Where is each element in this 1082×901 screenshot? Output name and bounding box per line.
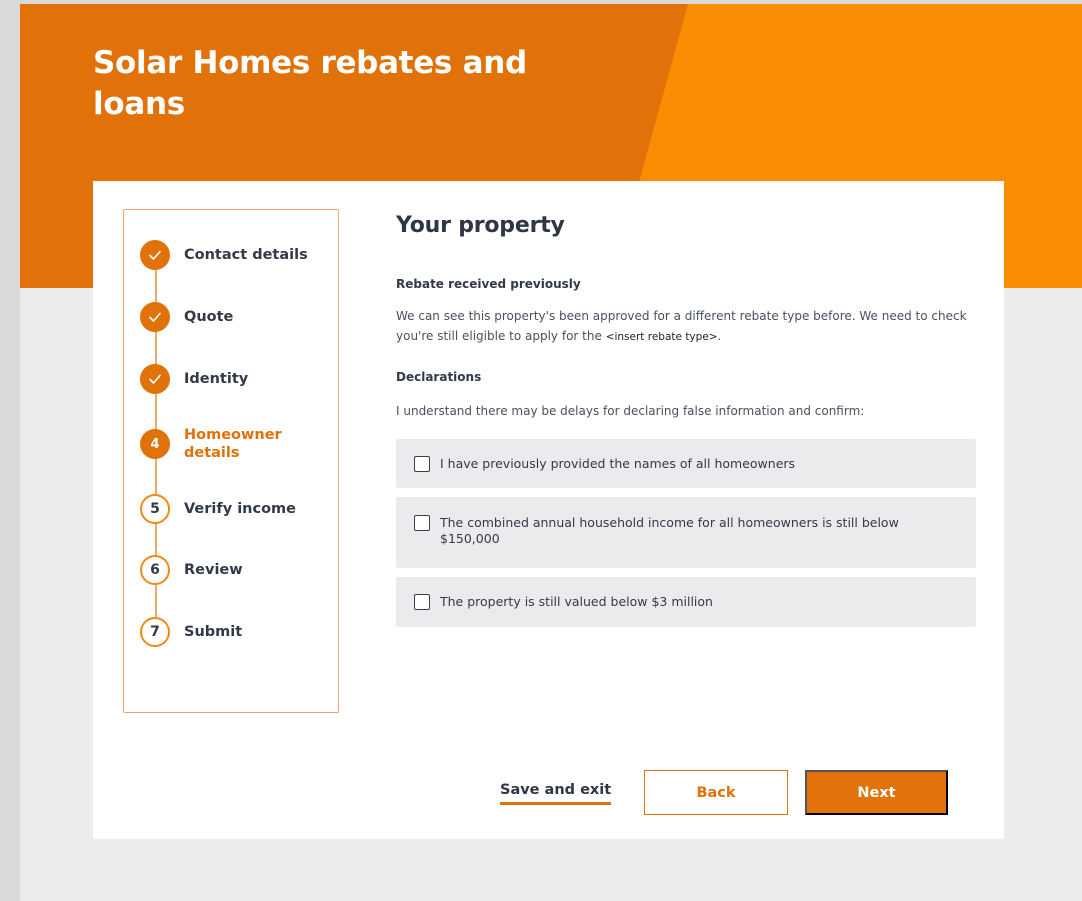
step-review: 6 Review [140, 555, 243, 585]
page-frame: Solar Homes rebates and loans Contact de… [20, 4, 1082, 901]
check-icon [140, 240, 170, 270]
step-quote[interactable]: Quote [140, 302, 233, 332]
checkbox-label: The combined annual household income for… [440, 515, 899, 546]
step-number: 4 [140, 429, 170, 459]
step-label: Submit [184, 624, 243, 640]
checkbox-label: I have previously provided the names of … [440, 455, 796, 471]
page-title: Solar Homes rebates and loans [93, 45, 527, 122]
step-label: Verify income [184, 501, 296, 517]
checkbox[interactable] [414, 455, 430, 472]
main-content: Your property Rebate received previously… [396, 213, 976, 627]
step-homeowner-details: 4 Homeowner details [140, 426, 294, 462]
checkbox-label: The property is still valued below $3 mi… [440, 594, 713, 609]
step-submit: 7 Submit [140, 617, 242, 647]
step-label: Quote [184, 309, 234, 325]
save-and-exit-link[interactable]: Save and exit [500, 782, 612, 805]
step-label: Homeowner details [184, 427, 282, 461]
back-button[interactable]: Back [644, 770, 788, 815]
declarations-heading: Declarations [396, 370, 482, 384]
check-icon [140, 364, 170, 394]
declarations-intro: I understand there may be delays for dec… [396, 404, 865, 418]
step-verify-income: 5 Verify income [140, 494, 296, 524]
step-number: 5 [140, 494, 170, 524]
step-number: 6 [140, 555, 170, 585]
step-label: Review [184, 562, 243, 578]
step-number: 7 [140, 617, 170, 647]
rebate-heading: Rebate received previously [396, 277, 581, 291]
rebate-text: We can see this property's been approved… [396, 306, 976, 347]
form-card: Contact details Quote Identity 4 Homeown… [93, 181, 1004, 839]
progress-stepper: Contact details Quote Identity 4 Homeown… [123, 209, 339, 713]
checkbox[interactable] [414, 515, 430, 531]
rebate-type-placeholder: <insert rebate type>. [605, 331, 721, 343]
step-label: Identity [184, 371, 249, 387]
declaration-property-value[interactable]: The property is still valued below $3 mi… [396, 577, 976, 627]
section-title: Your property [396, 213, 565, 238]
step-contact-details[interactable]: Contact details [140, 240, 308, 270]
next-button[interactable]: Next [805, 770, 948, 815]
declaration-homeowner-names[interactable]: I have previously provided the names of … [396, 439, 976, 488]
checkbox[interactable] [414, 594, 430, 610]
step-identity[interactable]: Identity [140, 364, 248, 394]
step-label: Contact details [184, 247, 308, 263]
declaration-household-income[interactable]: The combined annual household income for… [396, 497, 976, 568]
check-icon [140, 302, 170, 332]
